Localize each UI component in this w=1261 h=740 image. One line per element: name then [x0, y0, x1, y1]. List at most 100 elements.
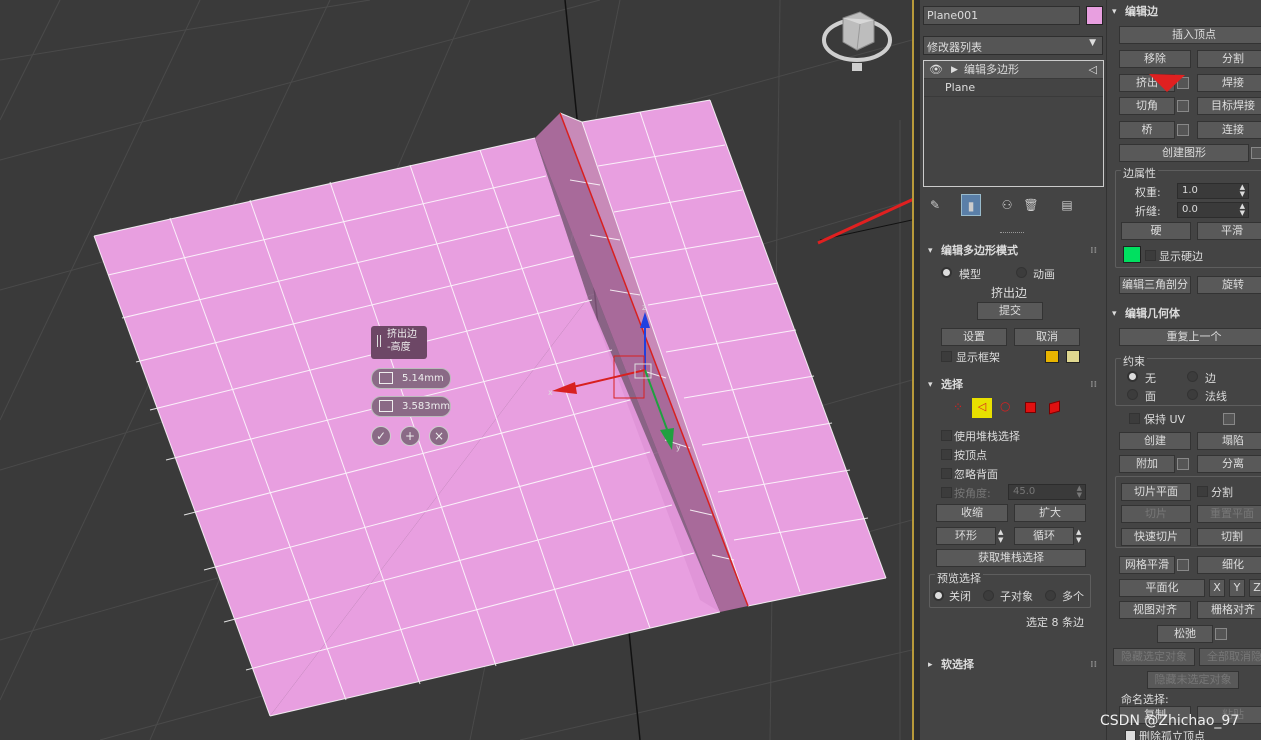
rollout-soft-selection-header[interactable]: ▸ 软选择 ⁞⁞	[923, 656, 1103, 674]
ring-button[interactable]: 环形	[936, 527, 996, 545]
collapse-button[interactable]: 塌陷	[1197, 432, 1261, 450]
show-hard-checkbox[interactable]	[1145, 250, 1156, 261]
preserve-uv-checkbox[interactable]	[1129, 413, 1140, 424]
hard-button[interactable]: 硬	[1121, 222, 1191, 240]
detach-button[interactable]: 分离	[1197, 455, 1261, 473]
loop-spinner-icon[interactable]: ▲ ▼	[1076, 528, 1081, 544]
by-stack-checkbox[interactable]	[941, 430, 952, 441]
preserve-uv-settings-icon[interactable]	[1223, 413, 1235, 425]
modifier-list-dropdown[interactable]: 修改器列表 ▼	[923, 36, 1103, 55]
by-angle-checkbox[interactable]	[941, 487, 952, 498]
caddy-cancel-button[interactable]: ×	[429, 426, 449, 446]
tessellate-button[interactable]: 细化	[1197, 556, 1261, 574]
animate-radio[interactable]	[1016, 267, 1027, 278]
object-name-field[interactable]: Plane001	[923, 6, 1080, 25]
smooth-button[interactable]: 平滑	[1197, 222, 1261, 240]
cage-color-1-swatch[interactable]	[1045, 350, 1059, 363]
make-unique-icon[interactable]: ⚇	[997, 194, 1017, 216]
bridge-settings-icon[interactable]	[1177, 124, 1189, 136]
get-stack-selection-button[interactable]: 获取堆栈选择	[936, 549, 1086, 567]
meshsmooth-settings-icon[interactable]	[1177, 559, 1189, 571]
element-mode-icon[interactable]	[1049, 400, 1060, 415]
rollout-edit-geometry-header[interactable]: ▾ 编辑几何体	[1107, 305, 1261, 323]
caddy-apply-button[interactable]: +	[400, 426, 420, 446]
constraint-edge-radio[interactable]	[1187, 371, 1198, 382]
expand-triangle-icon[interactable]: ▶	[951, 61, 958, 79]
ring-spinner-icon[interactable]: ▲ ▼	[998, 528, 1003, 544]
by-vertex-checkbox[interactable]	[941, 449, 952, 460]
hide-selected-button[interactable]: 隐藏选定对象	[1113, 648, 1195, 666]
stack-item-edit-poly[interactable]: 👁 ▶ 编辑多边形 ◁	[924, 61, 1103, 79]
slice-plane-button[interactable]: 切片平面	[1121, 483, 1191, 501]
edit-triangulation-button[interactable]: 编辑三角剖分	[1119, 276, 1191, 294]
grow-button[interactable]: 扩大	[1014, 504, 1086, 522]
cancel-button[interactable]: 取消	[1014, 328, 1080, 346]
crease-spinner[interactable]: 0.0 ▲ ▼	[1177, 202, 1249, 218]
loop-button[interactable]: 循环	[1014, 527, 1074, 545]
edge-mode-icon[interactable]: ◁	[972, 398, 992, 418]
show-end-result-icon[interactable]: ▮	[961, 194, 981, 216]
caddy-title[interactable]: 挤出边 -高度	[371, 326, 427, 359]
cage-color-2-swatch[interactable]	[1066, 350, 1080, 363]
connect-button[interactable]: 连接	[1197, 121, 1261, 139]
cut-button[interactable]: 切割	[1197, 528, 1261, 546]
splitter-handle[interactable]	[1000, 232, 1024, 235]
slice-button[interactable]: 切片	[1121, 505, 1191, 523]
shrink-button[interactable]: 收缩	[936, 504, 1008, 522]
modifier-stack[interactable]: 👁 ▶ 编辑多边形 ◁ Plane	[923, 60, 1104, 187]
rollout-edit-poly-mode-header[interactable]: ▾ 编辑多边形模式 ⁞⁞	[923, 242, 1103, 260]
make-planar-button[interactable]: 平面化	[1119, 579, 1205, 597]
planar-z-button[interactable]: Z	[1249, 579, 1261, 597]
spinner-arrows-icon[interactable]: ▲ ▼	[1240, 184, 1245, 198]
caddy-grip-icon[interactable]	[377, 335, 381, 347]
split-checkbox[interactable]	[1197, 486, 1208, 497]
polygon-mode-icon[interactable]	[1025, 402, 1036, 413]
delete-isolated-checkbox[interactable]	[1125, 730, 1136, 740]
constraint-face-radio[interactable]	[1127, 389, 1138, 400]
create-button[interactable]: 创建	[1119, 432, 1191, 450]
spinner-arrows-icon[interactable]: ▲ ▼	[1240, 203, 1245, 217]
border-mode-icon[interactable]: ○	[1000, 399, 1010, 413]
hard-edge-color-swatch[interactable]	[1123, 246, 1141, 263]
constraint-normal-radio[interactable]	[1187, 389, 1198, 400]
create-shape-button[interactable]: 创建图形	[1119, 144, 1249, 162]
attach-settings-icon[interactable]	[1177, 458, 1189, 470]
model-radio[interactable]	[941, 267, 952, 278]
preview-multi-radio[interactable]	[1045, 590, 1056, 601]
view-align-button[interactable]: 视图对齐	[1119, 601, 1191, 619]
preview-off-radio[interactable]	[933, 590, 944, 601]
caddy-ok-button[interactable]: ✓	[371, 426, 391, 446]
meshsmooth-button[interactable]: 网格平滑	[1119, 556, 1175, 574]
perspective-viewport[interactable]: z x y 挤出边 -高度 5.14mm 3.583mm ✓ + ×	[0, 0, 912, 740]
show-cage-checkbox[interactable]	[941, 351, 952, 362]
grid-align-button[interactable]: 栅格对齐	[1197, 601, 1261, 619]
extrude-height-field[interactable]: 5.14mm	[371, 368, 451, 389]
angle-spinner[interactable]: 45.0 ▲ ▼	[1008, 484, 1086, 500]
repeat-last-button[interactable]: 重复上一个	[1119, 328, 1261, 346]
stack-item-plane[interactable]: Plane	[924, 79, 1103, 97]
hide-unselected-button[interactable]: 隐藏未选定对象	[1147, 671, 1239, 689]
turn-button[interactable]: 旋转	[1197, 276, 1261, 294]
trash-icon[interactable]: 🗑	[1021, 194, 1041, 216]
bridge-button[interactable]: 桥	[1119, 121, 1175, 139]
planar-y-button[interactable]: Y	[1229, 579, 1245, 597]
commit-button[interactable]: 提交	[977, 302, 1043, 320]
constraint-none-radio[interactable]	[1127, 371, 1138, 382]
rollout-selection-header[interactable]: ▾ 选择 ⁞⁞	[923, 376, 1103, 394]
quickslice-button[interactable]: 快速切片	[1121, 528, 1191, 546]
settings-button[interactable]: 设置	[941, 328, 1007, 346]
reset-plane-button[interactable]: 重置平面	[1197, 505, 1261, 523]
configure-sets-icon[interactable]: ▤	[1057, 194, 1077, 216]
relax-settings-icon[interactable]	[1215, 628, 1227, 640]
create-shape-settings-icon[interactable]	[1251, 147, 1261, 159]
vertex-mode-icon[interactable]: ⁘	[953, 400, 963, 414]
unhide-all-button[interactable]: 全部取消隐藏	[1199, 648, 1261, 666]
preview-subobject-radio[interactable]	[983, 590, 994, 601]
eye-icon[interactable]: 👁	[929, 61, 943, 79]
planar-x-button[interactable]: X	[1209, 579, 1225, 597]
spinner-arrows-icon[interactable]: ▲ ▼	[1077, 485, 1082, 499]
attach-button[interactable]: 附加	[1119, 455, 1175, 473]
ignore-backfacing-checkbox[interactable]	[941, 468, 952, 479]
extrude-width-field[interactable]: 3.583mm	[371, 396, 451, 417]
object-color-swatch[interactable]	[1086, 6, 1103, 25]
